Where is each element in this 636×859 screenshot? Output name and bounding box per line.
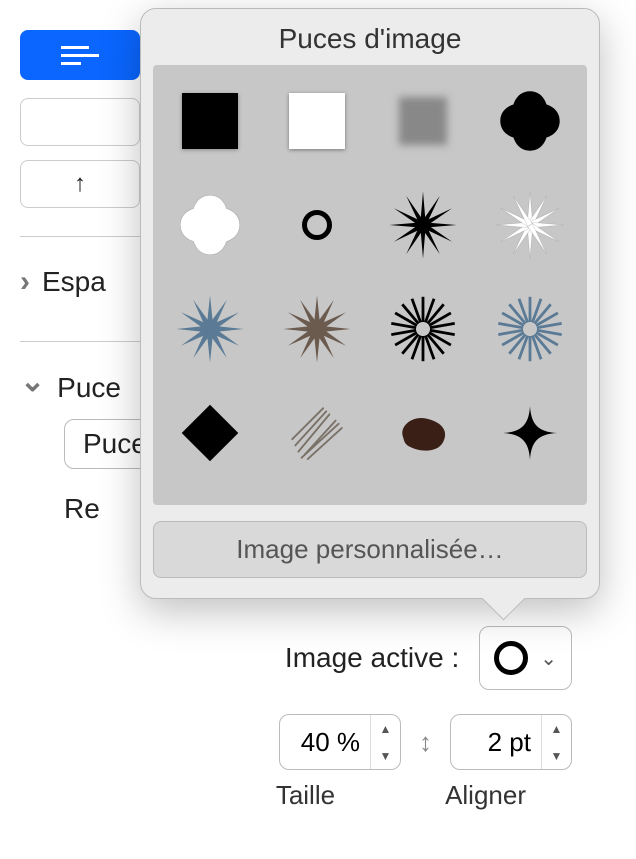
bullet-starburst-brown[interactable]	[264, 277, 371, 381]
align-step-up[interactable]: ▲	[542, 715, 571, 742]
arrow-style-button[interactable]: ↑	[20, 160, 140, 208]
quatrefoil-white-icon	[177, 192, 243, 258]
diamond-icon	[182, 405, 239, 462]
aligner-label: Aligner	[445, 780, 526, 811]
puces-label: Puce	[57, 372, 121, 404]
bullet-sunrays-blue[interactable]	[477, 277, 584, 381]
blob-icon	[394, 409, 452, 457]
arrow-up-icon: ↑	[74, 170, 86, 198]
starburst-black-icon	[388, 190, 458, 260]
bullet-ring-black[interactable]	[264, 173, 371, 277]
bullet-grid-wrap	[153, 65, 587, 505]
bullet-quatrefoil-black[interactable]	[477, 69, 584, 173]
taille-label: Taille	[276, 780, 335, 811]
sunrays-blue-icon	[495, 294, 565, 364]
image-bullets-popover: Puces d'image	[140, 8, 600, 599]
starburst-brown-icon	[282, 294, 352, 364]
ring-bullet-icon	[494, 641, 528, 675]
bullet-square-white[interactable]	[264, 69, 371, 173]
align-lines-icon	[61, 46, 99, 65]
square-gray-icon	[399, 97, 447, 145]
size-stepper[interactable]: ▲ ▼	[279, 714, 401, 770]
size-step-up[interactable]: ▲	[371, 715, 400, 742]
bullet-starburst-blue[interactable]	[157, 277, 264, 381]
bullet-blob-brown[interactable]	[370, 381, 477, 485]
scribble-icon	[286, 402, 348, 464]
sunrays-black-icon	[388, 294, 458, 364]
bullet-scribble-gray[interactable]	[264, 381, 371, 485]
bullet-square-black[interactable]	[157, 69, 264, 173]
align-input[interactable]	[451, 727, 541, 758]
chevron-down-icon	[20, 370, 45, 405]
espacement-label: Espa	[42, 266, 106, 298]
chevron-right-icon	[20, 265, 30, 299]
chevron-down-icon: ⌄	[540, 646, 557, 671]
blank-style-button-1[interactable]	[20, 98, 140, 146]
custom-image-button[interactable]: Image personnalisée…	[153, 521, 587, 578]
re-label: Re	[64, 493, 100, 525]
popover-title: Puces d'image	[141, 9, 599, 65]
bullet-sunrays-black[interactable]	[370, 277, 477, 381]
starburst-white-icon	[495, 190, 565, 260]
align-step-down[interactable]: ▼	[542, 742, 571, 769]
sparkle-icon	[502, 405, 558, 461]
ring-icon	[302, 210, 332, 240]
bullet-sparkle-black[interactable]	[477, 381, 584, 485]
align-stepper[interactable]: ▲ ▼	[450, 714, 572, 770]
square-white-icon	[289, 93, 345, 149]
paragraph-align-button[interactable]	[20, 30, 140, 80]
bullet-square-gray[interactable]	[370, 69, 477, 173]
image-active-dropdown[interactable]: ⌄	[479, 626, 572, 690]
bullet-diamond-black[interactable]	[157, 381, 264, 485]
image-active-label: Image active :	[285, 642, 459, 674]
bullet-starburst-white[interactable]	[477, 173, 584, 277]
square-black-icon	[182, 93, 238, 149]
bullet-starburst-black[interactable]	[370, 173, 477, 277]
size-input[interactable]	[280, 727, 370, 758]
bullet-quatrefoil-white[interactable]	[157, 173, 264, 277]
size-step-down[interactable]: ▼	[371, 742, 400, 769]
quatrefoil-black-icon	[497, 88, 563, 154]
vertical-align-icon: ↕	[419, 727, 432, 758]
starburst-blue-icon	[175, 294, 245, 364]
